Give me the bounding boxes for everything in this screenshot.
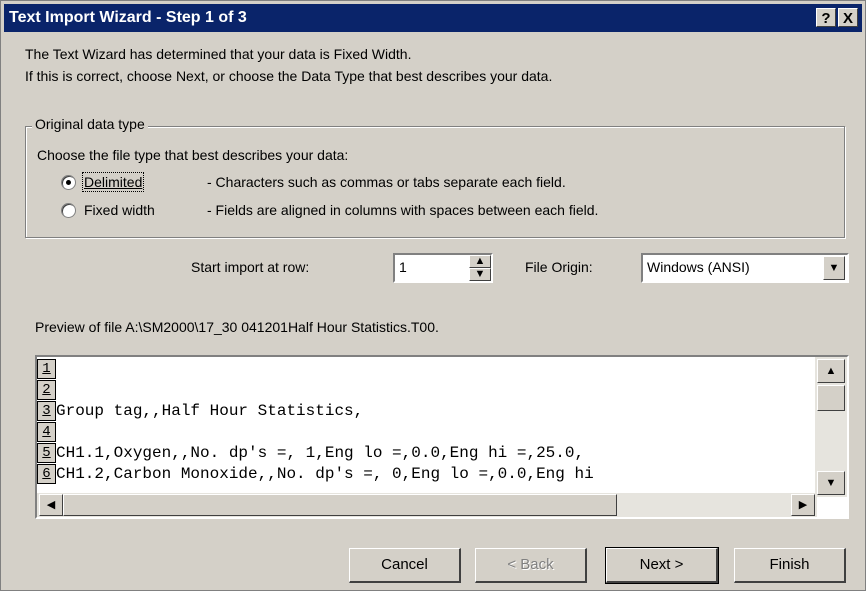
- row-number: 3: [37, 401, 56, 421]
- fixed-width-description: - Fields are aligned in columns with spa…: [207, 202, 599, 218]
- table-row: 4: [37, 422, 594, 443]
- row-number: 5: [37, 443, 56, 463]
- horizontal-scrollbar[interactable]: ◀ ▶: [37, 493, 817, 517]
- row-text: CH1.1,Oxygen,,No. dp's =, 1,Eng lo =,0.0…: [56, 444, 585, 462]
- file-preview[interactable]: 1 2 3 Group tag,,Half Hour Statistics, 4 …: [35, 355, 849, 519]
- finish-button[interactable]: Finish: [734, 548, 846, 583]
- vertical-scrollbar[interactable]: ▲ ▼: [815, 357, 847, 497]
- title-bar[interactable]: Text Import Wizard - Step 1 of 3 ? X: [4, 4, 862, 32]
- chevron-down-icon[interactable]: ▼: [823, 256, 845, 280]
- preview-label: Preview of file A:\SM2000\17_30 041201Ha…: [35, 319, 439, 335]
- row-text: Group tag,,Half Hour Statistics,: [56, 402, 364, 420]
- scroll-left-icon[interactable]: ◀: [39, 494, 63, 516]
- window-title: Text Import Wizard - Step 1 of 3: [9, 9, 247, 26]
- file-origin-label: File Origin:: [525, 259, 593, 275]
- fixed-width-radio[interactable]: [61, 203, 76, 218]
- intro-line-2: If this is correct, choose Next, or choo…: [25, 68, 553, 84]
- table-row: 3 Group tag,,Half Hour Statistics,: [37, 401, 594, 422]
- scroll-up-icon[interactable]: ▲: [817, 359, 845, 383]
- original-data-type-legend: Original data type: [32, 116, 148, 132]
- table-row: 2: [37, 380, 594, 401]
- row-number: 4: [37, 422, 56, 442]
- horizontal-scroll-thumb[interactable]: [63, 494, 617, 516]
- file-origin-dropdown[interactable]: Windows (ANSI) ▼: [641, 253, 849, 283]
- vertical-scroll-thumb[interactable]: [817, 385, 845, 411]
- row-text: CH1.2,Carbon Monoxide,,No. dp's =, 0,Eng…: [56, 465, 594, 483]
- table-row: 1: [37, 359, 594, 380]
- next-button[interactable]: Next >: [605, 547, 719, 584]
- row-number: 2: [37, 380, 56, 400]
- fixed-width-label[interactable]: Fixed width: [84, 202, 155, 218]
- delimited-label[interactable]: Delimited: [81, 172, 145, 192]
- preview-rows: 1 2 3 Group tag,,Half Hour Statistics, 4 …: [37, 359, 594, 485]
- cancel-button[interactable]: Cancel: [349, 548, 461, 583]
- row-number: 6: [37, 464, 56, 484]
- start-row-value[interactable]: 1: [399, 259, 407, 275]
- help-button[interactable]: ?: [816, 8, 836, 27]
- scroll-down-icon[interactable]: ▼: [817, 471, 845, 495]
- back-button[interactable]: < Back: [475, 548, 587, 583]
- start-row-spinner[interactable]: 1 ▲ ▼: [393, 253, 493, 283]
- delimited-description: - Characters such as commas or tabs sepa…: [207, 174, 566, 190]
- start-row-label: Start import at row:: [191, 259, 310, 275]
- close-button[interactable]: X: [838, 8, 858, 27]
- file-origin-value: Windows (ANSI): [647, 259, 750, 275]
- file-type-prompt: Choose the file type that best describes…: [37, 147, 349, 163]
- radio-selected-dot: [66, 180, 71, 185]
- spin-up-icon[interactable]: ▲: [469, 255, 491, 268]
- text-import-wizard-dialog: Text Import Wizard - Step 1 of 3 ? X The…: [0, 0, 866, 591]
- intro-line-1: The Text Wizard has determined that your…: [25, 46, 412, 62]
- row-number: 1: [37, 359, 56, 379]
- scroll-right-icon[interactable]: ▶: [791, 494, 815, 516]
- table-row: 5 CH1.1,Oxygen,,No. dp's =, 1,Eng lo =,0.…: [37, 443, 594, 464]
- spin-down-icon[interactable]: ▼: [469, 268, 491, 281]
- delimited-radio[interactable]: [61, 175, 76, 190]
- table-row: 6 CH1.2,Carbon Monoxide,,No. dp's =, 0,En…: [37, 464, 594, 485]
